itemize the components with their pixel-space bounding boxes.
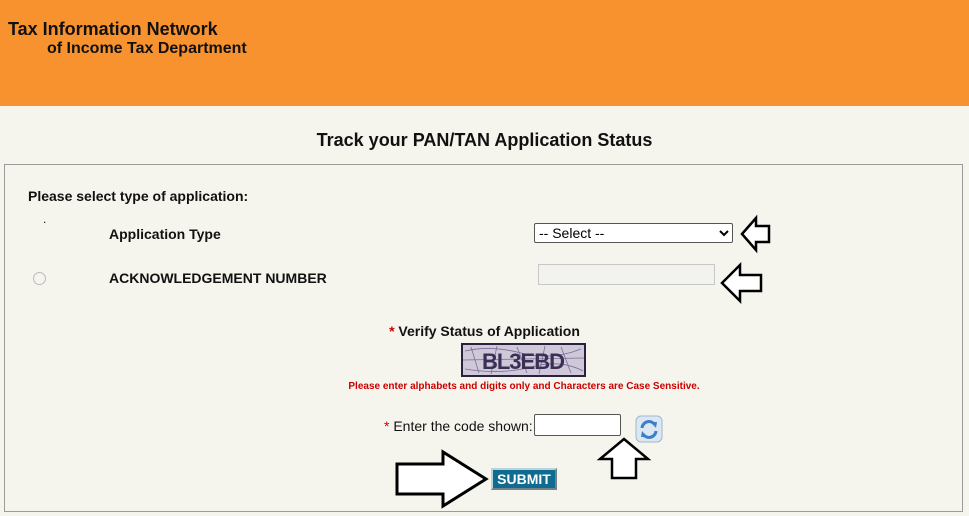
required-asterisk: * bbox=[384, 418, 390, 434]
header-title: Tax Information Network bbox=[8, 19, 218, 39]
bullet-dot: . bbox=[43, 212, 47, 226]
captcha-text: BL3EBD bbox=[482, 349, 564, 374]
captcha-image: BL3EBD bbox=[461, 343, 586, 377]
header-subtitle: of Income Tax Department bbox=[47, 40, 247, 57]
arrow-icon bbox=[596, 437, 652, 480]
code-label-row: * Enter the code shown: bbox=[384, 418, 533, 434]
arrow-icon bbox=[740, 214, 771, 254]
application-type-label: Application Type bbox=[109, 226, 221, 242]
code-label: Enter the code shown: bbox=[393, 418, 533, 434]
ack-radio[interactable] bbox=[33, 272, 46, 285]
captcha-note: Please enter alphabets and digits only a… bbox=[348, 381, 700, 392]
application-type-select[interactable]: -- Select -- bbox=[534, 223, 733, 243]
arrow-icon bbox=[395, 449, 489, 509]
arrow-icon bbox=[720, 261, 763, 305]
page-title: Track your PAN/TAN Application Status bbox=[316, 130, 653, 150]
header-bar: Tax Information Network of Income Tax De… bbox=[0, 0, 969, 106]
ack-number-input[interactable] bbox=[538, 264, 715, 285]
captcha-code-input[interactable] bbox=[534, 414, 621, 436]
verify-heading: * Verify Status of Application bbox=[0, 323, 969, 339]
verify-label: Verify Status of Application bbox=[398, 323, 580, 339]
required-asterisk: * bbox=[389, 323, 395, 339]
submit-button[interactable]: SUBMIT bbox=[491, 468, 557, 490]
select-prompt: Please select type of application: bbox=[28, 188, 249, 204]
ack-number-label: ACKNOWLEDGEMENT NUMBER bbox=[109, 270, 327, 286]
